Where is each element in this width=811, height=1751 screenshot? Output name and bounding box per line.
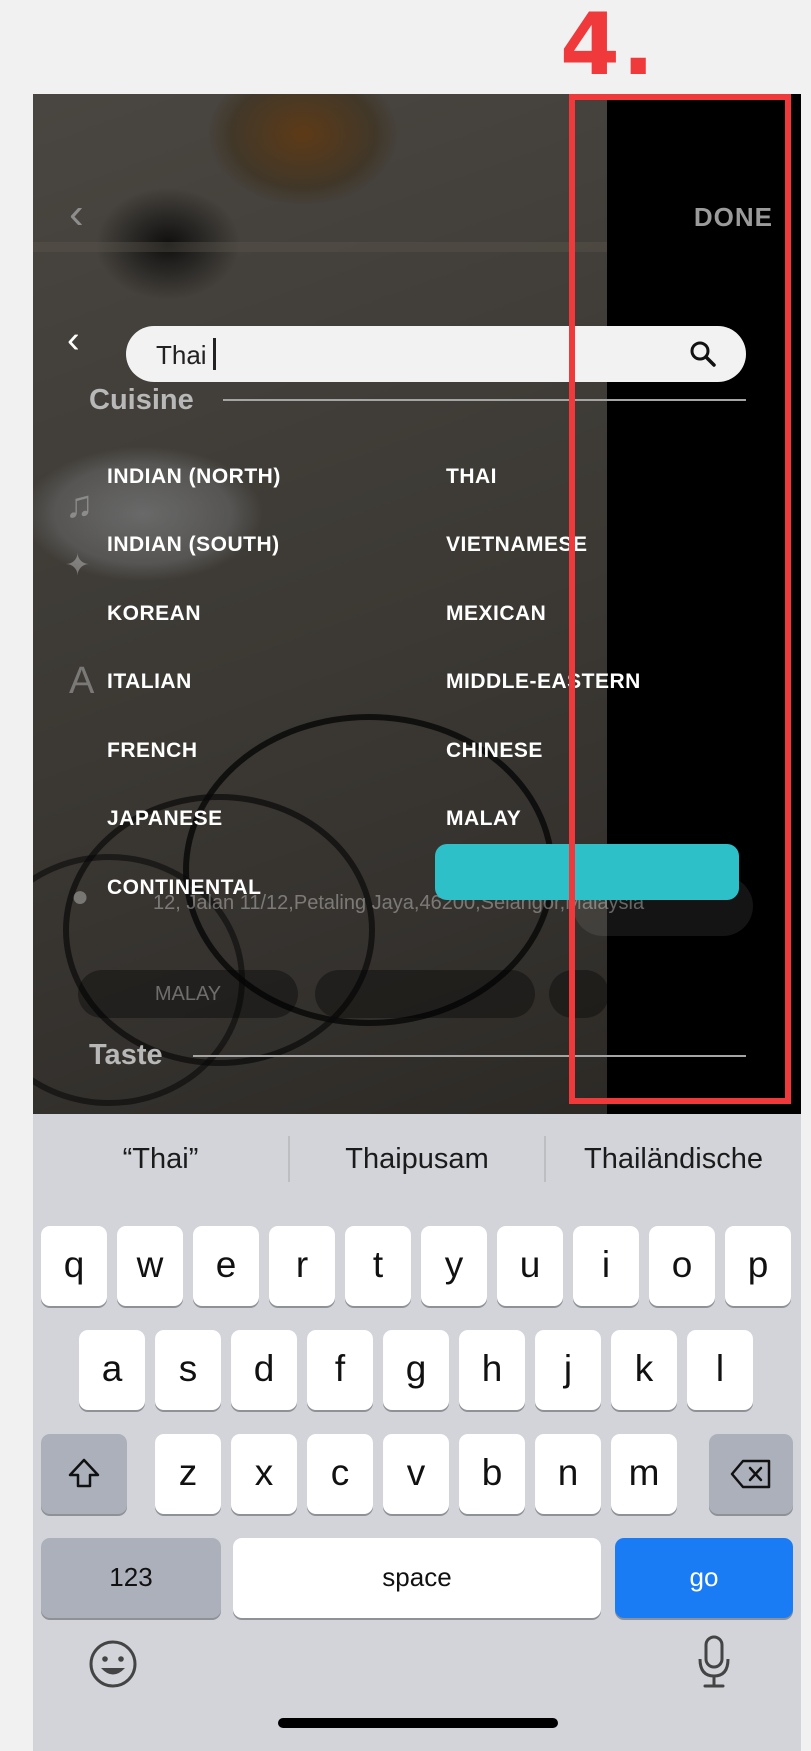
music-note-icon: ♫ xyxy=(65,484,94,526)
cuisine-option-continental[interactable]: CONTINENTAL xyxy=(107,876,261,900)
key-x[interactable]: x xyxy=(231,1434,297,1514)
key-r[interactable]: r xyxy=(269,1226,335,1306)
annotation-highlight-box xyxy=(569,94,791,1104)
key-f[interactable]: f xyxy=(307,1330,373,1410)
key-y[interactable]: y xyxy=(421,1226,487,1306)
numbers-key[interactable]: 123 xyxy=(41,1538,221,1618)
suggestion-1[interactable]: “Thai” xyxy=(33,1114,288,1204)
key-d[interactable]: d xyxy=(231,1330,297,1410)
cuisine-option-indian-south[interactable]: INDIAN (SOUTH) xyxy=(107,533,280,557)
key-e[interactable]: e xyxy=(193,1226,259,1306)
key-m[interactable]: m xyxy=(611,1434,677,1514)
microphone-icon[interactable] xyxy=(696,1634,732,1690)
go-key[interactable]: go xyxy=(615,1538,793,1618)
key-a[interactable]: a xyxy=(79,1330,145,1410)
key-b[interactable]: b xyxy=(459,1434,525,1514)
key-n[interactable]: n xyxy=(535,1434,601,1514)
cuisine-option-vietnamese[interactable]: VIETNAMESE xyxy=(446,533,588,557)
back-arrow-icon[interactable]: ‹ xyxy=(69,192,109,236)
cuisine-option-korean[interactable]: KOREAN xyxy=(107,602,201,626)
key-v[interactable]: v xyxy=(383,1434,449,1514)
suggestion-2[interactable]: Thaipusam xyxy=(290,1114,544,1204)
home-indicator xyxy=(278,1718,558,1728)
cuisine-option-malay[interactable]: MALAY xyxy=(446,807,521,831)
backspace-icon xyxy=(730,1459,771,1489)
key-w[interactable]: w xyxy=(117,1226,183,1306)
key-s[interactable]: s xyxy=(155,1330,221,1410)
cuisine-option-japanese[interactable]: JAPANESE xyxy=(107,807,223,831)
key-o[interactable]: o xyxy=(649,1226,715,1306)
key-i[interactable]: i xyxy=(573,1226,639,1306)
search-back-chevron-icon[interactable]: ‹ xyxy=(67,320,107,360)
suggestion-3[interactable]: Thailändische xyxy=(546,1114,801,1204)
ios-keyboard: “Thai” Thaipusam Thailändische q w e r t… xyxy=(33,1114,801,1751)
step-number-label: 4. xyxy=(560,0,657,95)
shift-key[interactable] xyxy=(41,1434,127,1514)
space-key[interactable]: space xyxy=(233,1538,601,1618)
cuisine-option-italian[interactable]: ITALIAN xyxy=(107,670,192,694)
cuisine-option-indian-north[interactable]: INDIAN (NORTH) xyxy=(107,465,281,489)
key-j[interactable]: j xyxy=(535,1330,601,1410)
key-q[interactable]: q xyxy=(41,1226,107,1306)
key-g[interactable]: g xyxy=(383,1330,449,1410)
tag-chip: MALAY xyxy=(78,970,298,1018)
text-style-icon: A xyxy=(69,660,95,702)
tag-chip-empty xyxy=(315,970,535,1018)
text-cursor xyxy=(213,338,216,370)
key-u[interactable]: u xyxy=(497,1226,563,1306)
cuisine-option-mexican[interactable]: MEXICAN xyxy=(446,602,546,626)
key-h[interactable]: h xyxy=(459,1330,525,1410)
key-l[interactable]: l xyxy=(687,1330,753,1410)
location-pin-icon: ● xyxy=(71,880,90,913)
cuisine-section-title: Cuisine xyxy=(89,384,194,416)
key-t[interactable]: t xyxy=(345,1226,411,1306)
key-p[interactable]: p xyxy=(725,1226,791,1306)
key-k[interactable]: k xyxy=(611,1330,677,1410)
cuisine-option-thai[interactable]: THAI xyxy=(446,465,497,489)
sparkle-icon: ✦ xyxy=(65,549,91,582)
shift-arrow-icon xyxy=(68,1458,100,1488)
key-c[interactable]: c xyxy=(307,1434,373,1514)
backspace-key[interactable] xyxy=(709,1434,793,1514)
emoji-icon[interactable] xyxy=(88,1639,138,1689)
taste-section-title: Taste xyxy=(89,1039,163,1071)
cuisine-option-french[interactable]: FRENCH xyxy=(107,739,198,763)
key-z[interactable]: z xyxy=(155,1434,221,1514)
cuisine-option-chinese[interactable]: CHINESE xyxy=(446,739,543,763)
